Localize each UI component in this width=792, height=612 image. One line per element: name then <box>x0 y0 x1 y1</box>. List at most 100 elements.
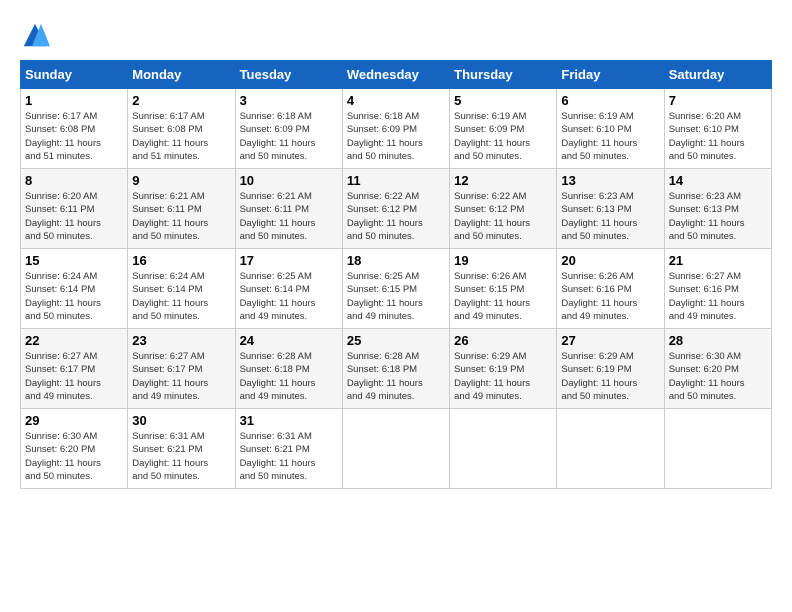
calendar-cell: 30 Sunrise: 6:31 AM Sunset: 6:21 PM Dayli… <box>128 409 235 489</box>
calendar-cell: 3 Sunrise: 6:18 AM Sunset: 6:09 PM Daylig… <box>235 89 342 169</box>
day-number: 21 <box>669 253 767 268</box>
day-number: 26 <box>454 333 552 348</box>
day-number: 24 <box>240 333 338 348</box>
day-info: Sunrise: 6:30 AM Sunset: 6:20 PM Dayligh… <box>25 430 123 483</box>
calendar-cell: 13 Sunrise: 6:23 AM Sunset: 6:13 PM Dayli… <box>557 169 664 249</box>
day-number: 8 <box>25 173 123 188</box>
day-number: 6 <box>561 93 659 108</box>
day-number: 15 <box>25 253 123 268</box>
calendar-cell: 15 Sunrise: 6:24 AM Sunset: 6:14 PM Dayli… <box>21 249 128 329</box>
day-number: 31 <box>240 413 338 428</box>
day-info: Sunrise: 6:31 AM Sunset: 6:21 PM Dayligh… <box>240 430 338 483</box>
calendar-cell: 7Sunrise: 6:20 AM Sunset: 6:10 PM Daylig… <box>664 89 771 169</box>
calendar-cell: 23Sunrise: 6:27 AM Sunset: 6:17 PM Dayli… <box>128 329 235 409</box>
calendar-cell: 1 Sunrise: 6:17 AM Sunset: 6:08 PM Daylig… <box>21 89 128 169</box>
weekday-header-sunday: Sunday <box>21 61 128 89</box>
day-info: Sunrise: 6:25 AM Sunset: 6:15 PM Dayligh… <box>347 270 445 323</box>
calendar-cell: 22Sunrise: 6:27 AM Sunset: 6:17 PM Dayli… <box>21 329 128 409</box>
calendar-cell: 12 Sunrise: 6:22 AM Sunset: 6:12 PM Dayli… <box>450 169 557 249</box>
calendar-cell: 11 Sunrise: 6:22 AM Sunset: 6:12 PM Dayli… <box>342 169 449 249</box>
calendar-cell: 21 Sunrise: 6:27 AM Sunset: 6:16 PM Dayli… <box>664 249 771 329</box>
day-info: Sunrise: 6:21 AM Sunset: 6:11 PM Dayligh… <box>240 190 338 243</box>
day-info: Sunrise: 6:20 AM Sunset: 6:10 PM Dayligh… <box>669 110 767 163</box>
day-info: Sunrise: 6:18 AM Sunset: 6:09 PM Dayligh… <box>240 110 338 163</box>
day-number: 19 <box>454 253 552 268</box>
day-info: Sunrise: 6:27 AM Sunset: 6:17 PM Dayligh… <box>132 350 230 403</box>
day-info: Sunrise: 6:23 AM Sunset: 6:13 PM Dayligh… <box>561 190 659 243</box>
day-info: Sunrise: 6:24 AM Sunset: 6:14 PM Dayligh… <box>132 270 230 323</box>
day-info: Sunrise: 6:19 AM Sunset: 6:10 PM Dayligh… <box>561 110 659 163</box>
calendar-cell: 4 Sunrise: 6:18 AM Sunset: 6:09 PM Daylig… <box>342 89 449 169</box>
calendar-cell: 16 Sunrise: 6:24 AM Sunset: 6:14 PM Dayli… <box>128 249 235 329</box>
weekday-header-saturday: Saturday <box>664 61 771 89</box>
calendar-cell <box>557 409 664 489</box>
calendar-cell: 29 Sunrise: 6:30 AM Sunset: 6:20 PM Dayli… <box>21 409 128 489</box>
day-info: Sunrise: 6:22 AM Sunset: 6:12 PM Dayligh… <box>347 190 445 243</box>
calendar-cell: 5Sunrise: 6:19 AM Sunset: 6:09 PM Daylig… <box>450 89 557 169</box>
day-number: 1 <box>25 93 123 108</box>
weekday-header-tuesday: Tuesday <box>235 61 342 89</box>
day-info: Sunrise: 6:17 AM Sunset: 6:08 PM Dayligh… <box>25 110 123 163</box>
day-info: Sunrise: 6:28 AM Sunset: 6:18 PM Dayligh… <box>240 350 338 403</box>
day-number: 17 <box>240 253 338 268</box>
day-info: Sunrise: 6:26 AM Sunset: 6:15 PM Dayligh… <box>454 270 552 323</box>
day-info: Sunrise: 6:29 AM Sunset: 6:19 PM Dayligh… <box>454 350 552 403</box>
day-info: Sunrise: 6:17 AM Sunset: 6:08 PM Dayligh… <box>132 110 230 163</box>
day-number: 30 <box>132 413 230 428</box>
day-info: Sunrise: 6:27 AM Sunset: 6:16 PM Dayligh… <box>669 270 767 323</box>
calendar-cell: 31 Sunrise: 6:31 AM Sunset: 6:21 PM Dayli… <box>235 409 342 489</box>
day-info: Sunrise: 6:25 AM Sunset: 6:14 PM Dayligh… <box>240 270 338 323</box>
weekday-header-monday: Monday <box>128 61 235 89</box>
day-number: 18 <box>347 253 445 268</box>
week-row-4: 22Sunrise: 6:27 AM Sunset: 6:17 PM Dayli… <box>21 329 772 409</box>
calendar-cell <box>664 409 771 489</box>
day-number: 13 <box>561 173 659 188</box>
day-number: 10 <box>240 173 338 188</box>
calendar-cell: 17 Sunrise: 6:25 AM Sunset: 6:14 PM Dayli… <box>235 249 342 329</box>
day-number: 27 <box>561 333 659 348</box>
day-info: Sunrise: 6:18 AM Sunset: 6:09 PM Dayligh… <box>347 110 445 163</box>
calendar-cell: 10 Sunrise: 6:21 AM Sunset: 6:11 PM Dayli… <box>235 169 342 249</box>
day-info: Sunrise: 6:31 AM Sunset: 6:21 PM Dayligh… <box>132 430 230 483</box>
calendar-cell: 8Sunrise: 6:20 AM Sunset: 6:11 PM Daylig… <box>21 169 128 249</box>
weekday-header-row: SundayMondayTuesdayWednesdayThursdayFrid… <box>21 61 772 89</box>
day-number: 16 <box>132 253 230 268</box>
day-info: Sunrise: 6:22 AM Sunset: 6:12 PM Dayligh… <box>454 190 552 243</box>
week-row-1: 1 Sunrise: 6:17 AM Sunset: 6:08 PM Daylig… <box>21 89 772 169</box>
weekday-header-friday: Friday <box>557 61 664 89</box>
day-number: 12 <box>454 173 552 188</box>
day-number: 14 <box>669 173 767 188</box>
calendar-table: SundayMondayTuesdayWednesdayThursdayFrid… <box>20 60 772 489</box>
day-info: Sunrise: 6:28 AM Sunset: 6:18 PM Dayligh… <box>347 350 445 403</box>
day-number: 3 <box>240 93 338 108</box>
calendar-cell <box>342 409 449 489</box>
weekday-header-thursday: Thursday <box>450 61 557 89</box>
calendar-cell: 28Sunrise: 6:30 AM Sunset: 6:20 PM Dayli… <box>664 329 771 409</box>
day-number: 25 <box>347 333 445 348</box>
calendar-cell: 18 Sunrise: 6:25 AM Sunset: 6:15 PM Dayli… <box>342 249 449 329</box>
calendar-cell: 20Sunrise: 6:26 AM Sunset: 6:16 PM Dayli… <box>557 249 664 329</box>
calendar-cell: 27 Sunrise: 6:29 AM Sunset: 6:19 PM Dayli… <box>557 329 664 409</box>
calendar-cell: 25 Sunrise: 6:28 AM Sunset: 6:18 PM Dayli… <box>342 329 449 409</box>
calendar-cell: 14 Sunrise: 6:23 AM Sunset: 6:13 PM Dayli… <box>664 169 771 249</box>
day-number: 28 <box>669 333 767 348</box>
calendar-cell <box>450 409 557 489</box>
logo-icon <box>20 20 50 50</box>
day-number: 11 <box>347 173 445 188</box>
calendar-cell: 24 Sunrise: 6:28 AM Sunset: 6:18 PM Dayli… <box>235 329 342 409</box>
day-number: 29 <box>25 413 123 428</box>
calendar-cell: 26 Sunrise: 6:29 AM Sunset: 6:19 PM Dayli… <box>450 329 557 409</box>
day-number: 4 <box>347 93 445 108</box>
day-info: Sunrise: 6:27 AM Sunset: 6:17 PM Dayligh… <box>25 350 123 403</box>
day-info: Sunrise: 6:23 AM Sunset: 6:13 PM Dayligh… <box>669 190 767 243</box>
day-info: Sunrise: 6:24 AM Sunset: 6:14 PM Dayligh… <box>25 270 123 323</box>
day-number: 9 <box>132 173 230 188</box>
day-number: 20 <box>561 253 659 268</box>
logo <box>20 20 54 50</box>
day-number: 5 <box>454 93 552 108</box>
day-number: 2 <box>132 93 230 108</box>
week-row-5: 29 Sunrise: 6:30 AM Sunset: 6:20 PM Dayli… <box>21 409 772 489</box>
day-info: Sunrise: 6:29 AM Sunset: 6:19 PM Dayligh… <box>561 350 659 403</box>
week-row-3: 15 Sunrise: 6:24 AM Sunset: 6:14 PM Dayli… <box>21 249 772 329</box>
page-header <box>20 20 772 50</box>
